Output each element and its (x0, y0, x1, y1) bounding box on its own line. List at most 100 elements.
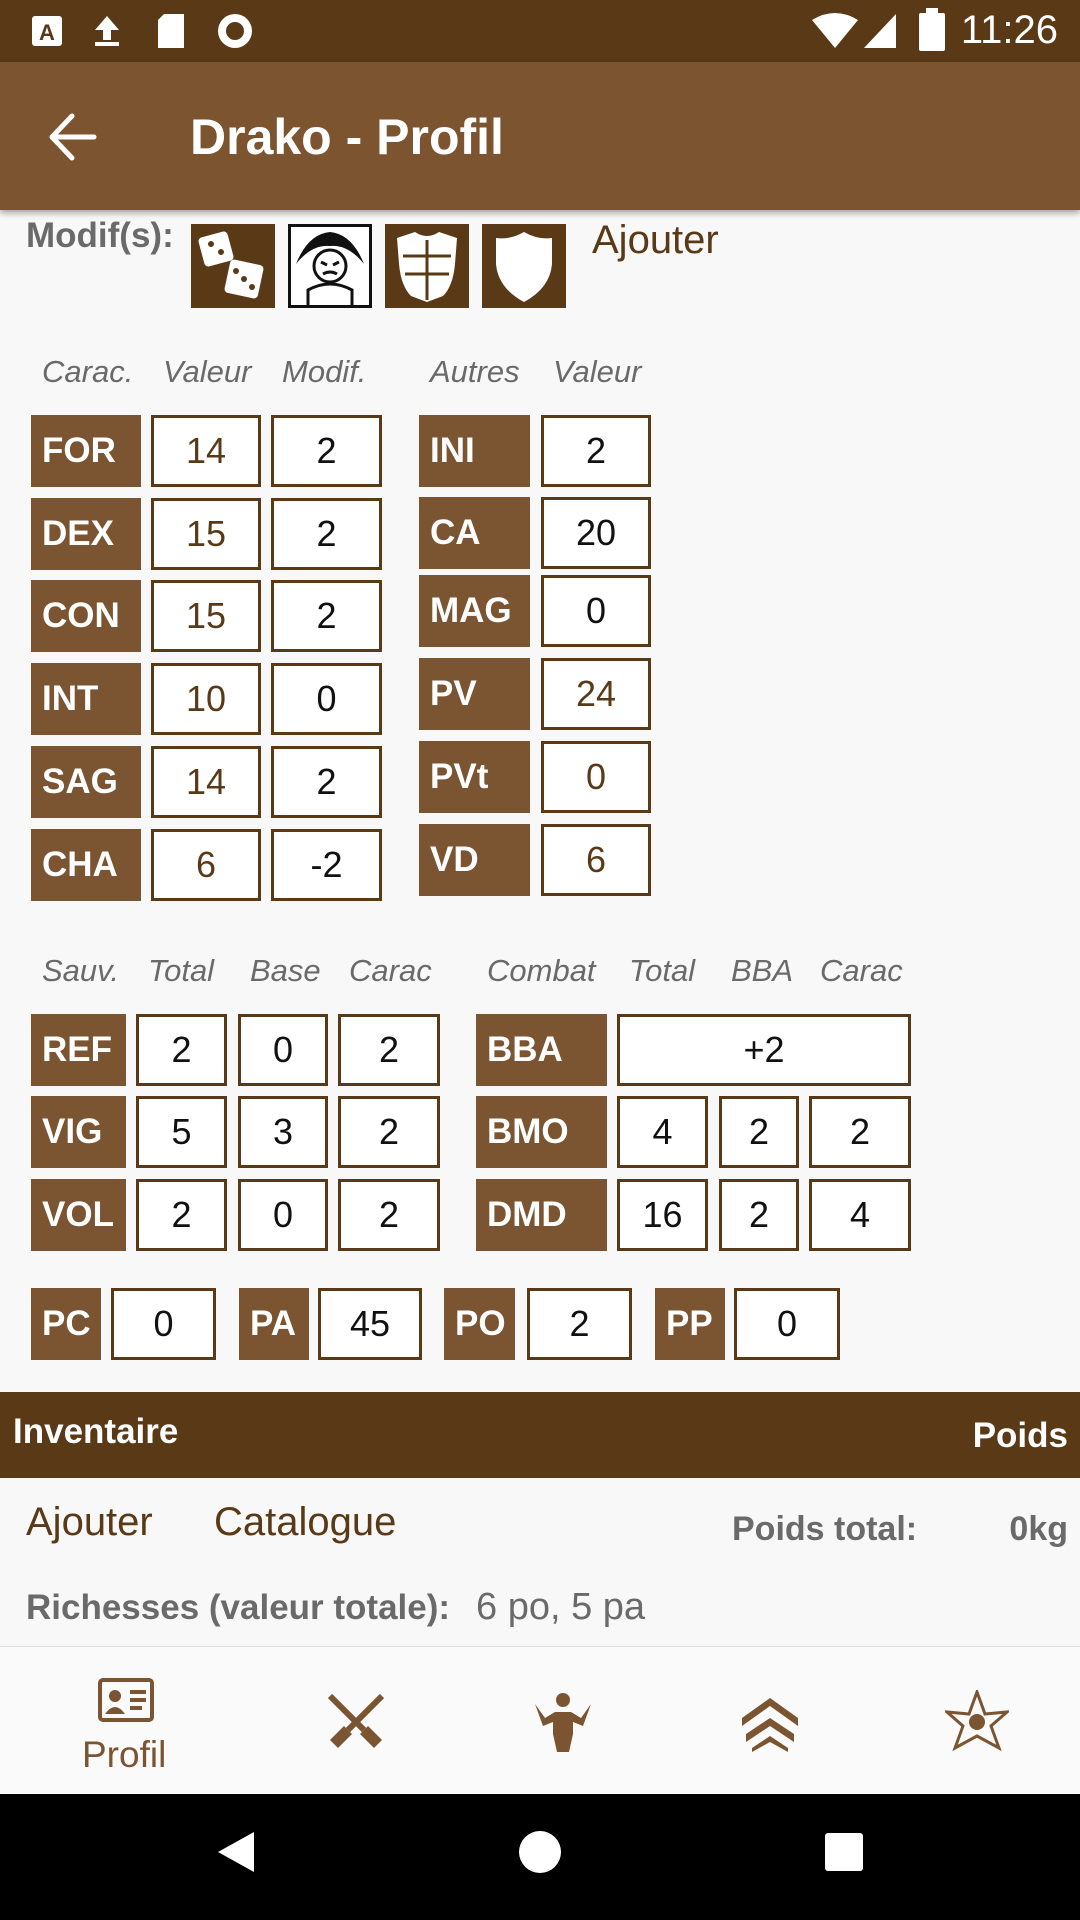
combat-label: BMO (476, 1096, 607, 1168)
sauv-base: 0 (238, 1179, 328, 1251)
wifi-icon (812, 13, 858, 48)
carac-value-header: Valeur (163, 354, 252, 389)
sauv-total: 2 (136, 1014, 227, 1086)
money-value[interactable]: 0 (111, 1288, 216, 1360)
app-bar (0, 62, 1080, 210)
carac-value[interactable]: 10 (151, 663, 261, 735)
signal-icon (864, 14, 896, 48)
wealth-label: Richesses (valeur totale): (26, 1588, 451, 1627)
nav-tab-profile[interactable]: Profil (60, 1664, 192, 1784)
money-value[interactable]: 0 (734, 1288, 840, 1360)
combat-header: Combat (487, 953, 596, 988)
autres-header: Autres (430, 354, 520, 389)
autres-label: INI (419, 415, 530, 487)
sauv-header: Sauv. (42, 953, 119, 988)
carac-header: Carac. (42, 354, 134, 389)
money-label: PP (655, 1288, 725, 1360)
combat-bba: 2 (719, 1179, 799, 1251)
autres-label: PV (419, 658, 530, 730)
add-modif-link[interactable]: Ajouter (592, 218, 719, 263)
autres-label: CA (419, 497, 530, 569)
carac-value[interactable]: 15 (151, 580, 261, 652)
back-triangle-icon[interactable] (214, 1828, 258, 1876)
home-circle-icon[interactable] (518, 1830, 562, 1874)
total-weight-value: 0kg (1009, 1510, 1068, 1548)
rage-icon[interactable] (288, 224, 372, 308)
carac-value[interactable]: 14 (151, 415, 261, 487)
carac-value[interactable]: 15 (151, 498, 261, 570)
sauv-carac: 2 (338, 1179, 440, 1251)
combat-total: 16 (617, 1179, 708, 1251)
weight-header: Poids (972, 1416, 1068, 1455)
autres-value[interactable]: 0 (541, 741, 651, 813)
autres-value: 2 (541, 415, 651, 487)
upload-icon (95, 16, 119, 46)
combat-carac-header: Carac (820, 953, 903, 988)
combat-label: BBA (476, 1014, 607, 1086)
autres-label: PVt (419, 741, 530, 813)
combat-total: 4 (617, 1096, 708, 1168)
catalogue-link[interactable]: Catalogue (214, 1500, 396, 1545)
wealth-value: 6 po, 5 pa (476, 1586, 646, 1628)
combat-total-header: Total (629, 953, 696, 988)
carac-mod: 2 (271, 415, 382, 487)
carac-label: CON (31, 580, 141, 652)
money-label: PO (444, 1288, 515, 1360)
money-label: PC (31, 1288, 101, 1360)
page-title: Drako - Profil (190, 109, 504, 165)
magic-star-icon[interactable] (945, 1690, 1009, 1754)
autres-label: MAG (419, 575, 530, 647)
sauv-total: 5 (136, 1096, 227, 1168)
carac-label: INT (31, 663, 141, 735)
autres-value: 0 (541, 575, 651, 647)
font-icon: A (32, 16, 62, 46)
autres-value[interactable]: 6 (541, 824, 651, 896)
sauv-base: 3 (238, 1096, 328, 1168)
combat-bba-header: BBA (731, 953, 794, 988)
sauv-carac: 2 (338, 1014, 440, 1086)
carac-mod: 2 (271, 746, 382, 818)
status-bar: A 11:26 (0, 0, 1080, 62)
autres-label: VD (419, 824, 530, 896)
dice-icon[interactable] (191, 224, 275, 308)
carac-mod: 2 (271, 580, 382, 652)
carac-label: DEX (31, 498, 141, 570)
combat-label: DMD (476, 1179, 607, 1251)
id-card-icon (98, 1678, 154, 1722)
back-arrow-icon[interactable] (46, 112, 98, 162)
crossed-swords-icon[interactable] (324, 1690, 388, 1754)
sauv-total: 2 (136, 1179, 227, 1251)
strength-icon[interactable] (531, 1690, 595, 1754)
autres-value: 20 (541, 497, 651, 569)
money-value[interactable]: 2 (527, 1288, 632, 1360)
sauv-carac: 2 (338, 1096, 440, 1168)
armor-icon[interactable] (385, 224, 469, 308)
recents-square-icon[interactable] (824, 1832, 864, 1872)
carac-label: SAG (31, 746, 141, 818)
money-label: PA (239, 1288, 309, 1360)
nav-tab-profile-label: Profil (82, 1734, 167, 1775)
rank-chevrons-icon[interactable] (738, 1690, 802, 1754)
carac-label: CHA (31, 829, 141, 901)
combat-bba: 2 (719, 1096, 799, 1168)
money-value[interactable]: 45 (318, 1288, 422, 1360)
system-navigation-bar (0, 1794, 1080, 1920)
clock: 11:26 (960, 8, 1058, 52)
bba-value: +2 (617, 1014, 911, 1086)
carac-mod: 0 (271, 663, 382, 735)
sauv-label: VOL (31, 1179, 126, 1251)
carac-value[interactable]: 6 (151, 829, 261, 901)
sauv-base-header: Base (250, 953, 321, 988)
combat-carac: 4 (809, 1179, 911, 1251)
add-item-link[interactable]: Ajouter (26, 1500, 153, 1545)
combat-carac: 2 (809, 1096, 911, 1168)
sauv-label: VIG (31, 1096, 126, 1168)
shield-icon[interactable] (482, 224, 566, 308)
carac-label: FOR (31, 415, 141, 487)
total-weight-label: Poids total: (732, 1510, 918, 1548)
record-icon (218, 14, 252, 48)
inventory-title: Inventaire (13, 1412, 179, 1451)
autres-value[interactable]: 24 (541, 658, 651, 730)
carac-value[interactable]: 14 (151, 746, 261, 818)
carac-mod-header: Modif. (282, 354, 367, 389)
